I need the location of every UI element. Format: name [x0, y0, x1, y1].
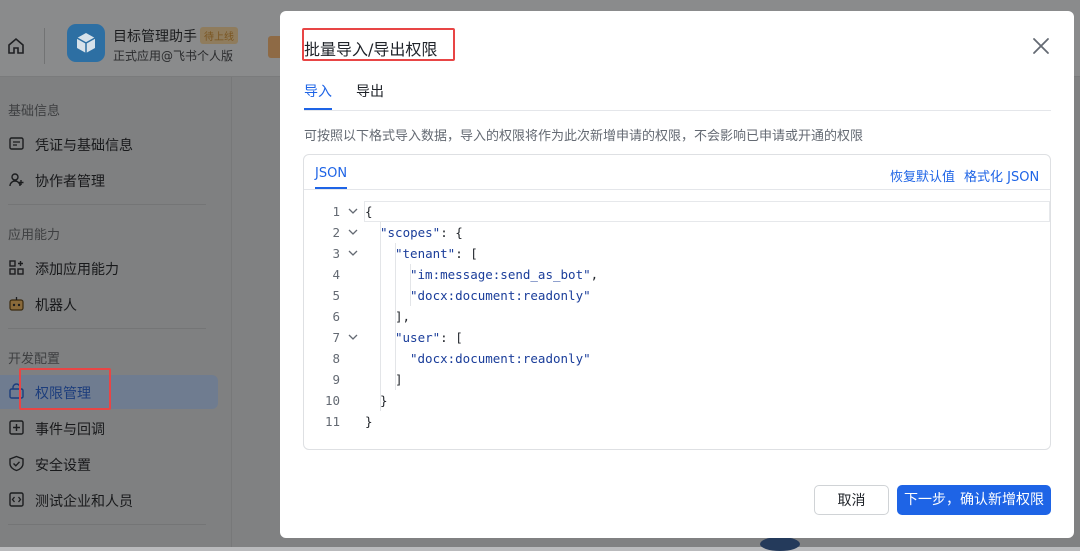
fold-chevron-icon[interactable] — [348, 227, 358, 237]
cancel-button[interactable]: 取消 — [814, 485, 889, 515]
home-icon[interactable] — [6, 36, 26, 56]
code-line: 6], — [304, 306, 1050, 327]
line-number: 8 — [332, 351, 340, 366]
code-text: "tenant": [ — [395, 246, 478, 261]
collaborator-icon — [9, 173, 24, 187]
fold-chevron-icon[interactable] — [348, 332, 358, 342]
line-number: 2 — [332, 225, 340, 240]
sidebar-item-events[interactable]: 事件与回调 — [0, 411, 218, 445]
code-line: 5 "docx:document:readonly" — [304, 285, 1050, 306]
add-capability-icon — [9, 260, 24, 275]
code-line: 1{ — [304, 201, 1050, 222]
app-subtitle: 正式应用@飞书个人版 — [113, 49, 234, 63]
code-line: 4 "im:message:send_as_bot", — [304, 264, 1050, 285]
fold-chevron-icon[interactable] — [348, 248, 358, 258]
sidebar-group-dev-config: 开发配置 — [8, 352, 61, 367]
sidebar-item-add-capability[interactable]: 添加应用能力 — [0, 251, 218, 285]
code-text: "user": [ — [395, 330, 463, 345]
shield-icon — [9, 455, 24, 472]
code-text: ], — [395, 309, 411, 324]
sidebar-divider — [8, 204, 206, 205]
batch-permission-dialog: 批量导入/导出权限 导入 导出 可按照以下格式导入数据，导入的权限将作为此次新增… — [280, 11, 1074, 538]
test-org-icon — [9, 492, 24, 507]
line-number: 6 — [332, 309, 340, 324]
import-description: 可按照以下格式导入数据，导入的权限将作为此次新增申请的权限，不会影响已申请或开通… — [304, 129, 864, 144]
sidebar-group-capability: 应用能力 — [8, 228, 61, 243]
fold-chevron-icon[interactable] — [348, 206, 358, 216]
sidebar: 基础信息 凭证与基础信息 协作者管理 应用能力 添加应用能力 机器人 开发配置 … — [0, 77, 232, 547]
sidebar-item-label: 测试企业和人员 — [35, 494, 133, 510]
code-text: { — [365, 204, 373, 219]
background-decoration — [760, 537, 800, 551]
code-line: 9] — [304, 369, 1050, 390]
sidebar-item-label: 安全设置 — [35, 458, 91, 474]
sidebar-item-test-org[interactable]: 测试企业和人员 — [0, 483, 218, 517]
line-number: 11 — [324, 414, 340, 429]
line-number: 9 — [332, 372, 340, 387]
code-line: 7 "user": [ — [304, 327, 1050, 348]
line-number: 5 — [332, 288, 340, 303]
code-text: ] — [395, 372, 403, 387]
sidebar-group-basic: 基础信息 — [8, 104, 61, 119]
credential-icon — [9, 137, 24, 150]
app-name: 目标管理助手 — [113, 29, 197, 45]
sidebar-divider — [8, 328, 206, 329]
line-number: 1 — [332, 204, 340, 219]
confirm-add-permission-button[interactable]: 下一步，确认新增权限 — [897, 485, 1051, 515]
sidebar-divider — [8, 524, 206, 525]
code-text: } — [380, 393, 388, 408]
cube-icon — [76, 33, 96, 53]
json-code-editor[interactable]: 1{2 "scopes": {3 "tenant": [4 "im:message:s… — [304, 201, 1050, 431]
code-line: 3 "tenant": [ — [304, 243, 1050, 264]
sidebar-item-label: 添加应用能力 — [35, 262, 119, 278]
line-number: 3 — [332, 246, 340, 261]
close-icon[interactable] — [1030, 35, 1052, 57]
event-icon — [9, 420, 24, 435]
annotation-highlight-box — [302, 28, 455, 61]
code-line: 8 "docx:document:readonly" — [304, 348, 1050, 369]
sidebar-item-label: 事件与回调 — [35, 422, 105, 438]
format-json-link[interactable]: 格式化 JSON — [964, 166, 1039, 185]
sidebar-item-collaborators[interactable]: 协作者管理 — [0, 163, 218, 197]
robot-icon — [9, 297, 24, 311]
app-status-badge: 待上线 — [200, 27, 238, 44]
code-line: 2 "scopes": { — [304, 222, 1050, 243]
sidebar-item-security[interactable]: 安全设置 — [0, 447, 218, 481]
restore-default-link[interactable]: 恢复默认值 — [890, 166, 955, 185]
code-text: } — [365, 414, 373, 429]
sidebar-item-label: 凭证与基础信息 — [35, 138, 133, 154]
code-line: 10} — [304, 390, 1050, 411]
sidebar-item-robot[interactable]: 机器人 — [0, 287, 218, 321]
code-text: "im:message:send_as_bot", — [410, 267, 599, 282]
app-logo — [67, 24, 105, 62]
code-text: "docx:document:readonly" — [410, 351, 591, 366]
code-text: "docx:document:readonly" — [410, 288, 591, 303]
sidebar-item-label: 协作者管理 — [35, 174, 105, 190]
json-editor-card: JSON 恢复默认值 格式化 JSON 1{2 "scopes": {3 "tena… — [303, 154, 1051, 450]
tab-export[interactable]: 导出 — [356, 81, 384, 109]
sidebar-item-credentials[interactable]: 凭证与基础信息 — [0, 127, 218, 161]
sidebar-item-label: 机器人 — [35, 298, 77, 314]
header-divider — [44, 28, 45, 64]
code-text: "scopes": { — [380, 225, 463, 240]
tab-json[interactable]: JSON — [315, 166, 348, 189]
code-line: 11} — [304, 411, 1050, 432]
line-number: 10 — [324, 393, 340, 408]
editor-header: JSON 恢复默认值 格式化 JSON — [304, 155, 1050, 190]
line-number: 7 — [332, 330, 340, 345]
line-number: 4 — [332, 267, 340, 282]
dialog-tabs: 导入 导出 — [304, 79, 1051, 111]
annotation-highlight-box — [19, 368, 111, 410]
tab-import[interactable]: 导入 — [304, 81, 332, 110]
